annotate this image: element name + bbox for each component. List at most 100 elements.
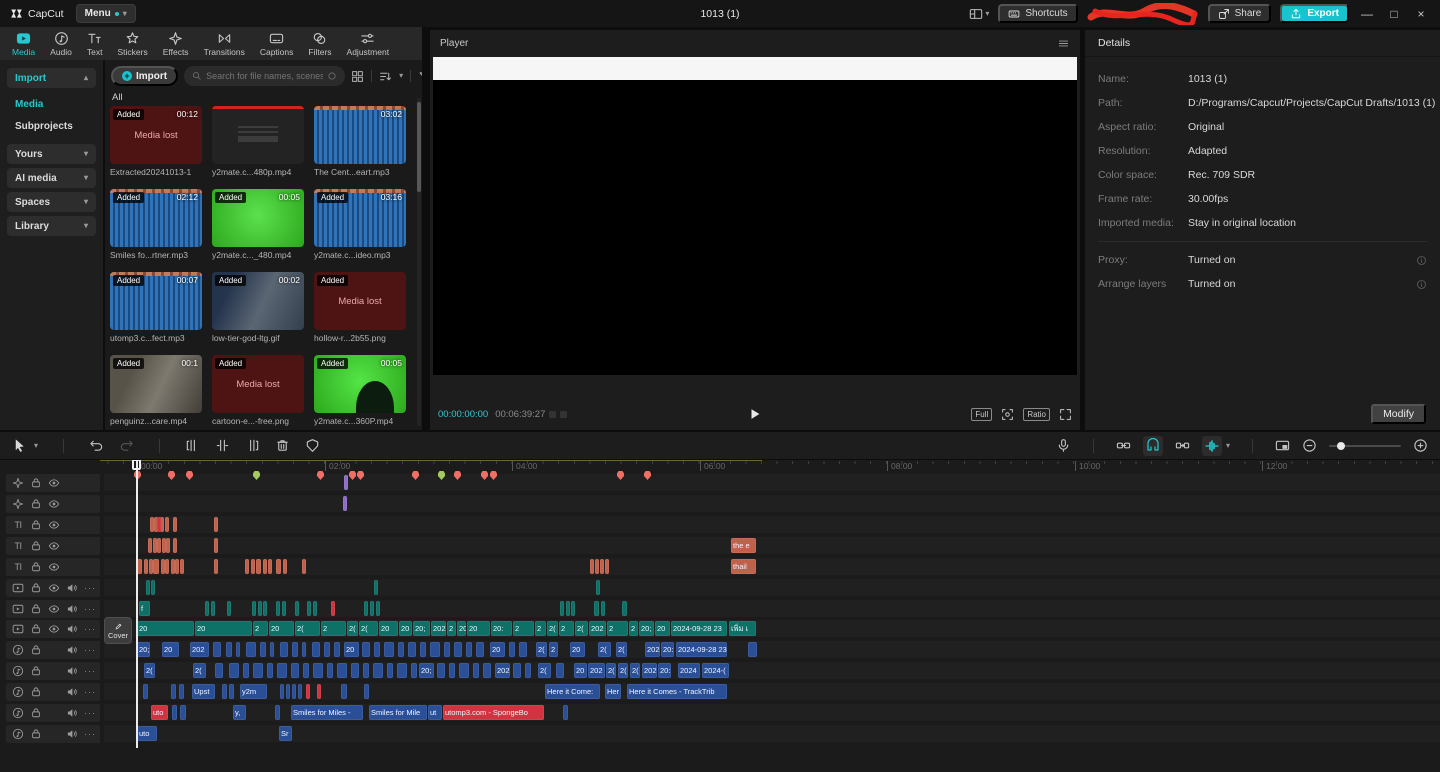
timeline-clip[interactable]	[313, 601, 317, 616]
media-card[interactable]: Added00:07utomp3.c...fect.mp3	[110, 272, 202, 343]
timeline-clip[interactable]: utomp3.com - SpongeBo	[443, 705, 544, 720]
timeline-clip[interactable]: 2(	[295, 621, 320, 636]
timeline-clip[interactable]: 2(	[538, 663, 551, 678]
search-box[interactable]	[184, 66, 345, 86]
timeline-clip[interactable]: 20;	[419, 663, 434, 678]
timeline-clip[interactable]	[282, 601, 286, 616]
shortcuts-button[interactable]: Shortcuts	[998, 4, 1077, 23]
timeline-clip[interactable]	[387, 663, 393, 678]
timeline-clip[interactable]	[137, 559, 142, 574]
timeline-clip[interactable]	[324, 642, 330, 657]
frame-step-icon[interactable]	[560, 411, 567, 418]
timeline-clip[interactable]	[236, 642, 240, 657]
timeline-clip[interactable]: 20	[137, 621, 194, 636]
timeline-clip[interactable]	[277, 663, 287, 678]
timeline-clip[interactable]: 202	[588, 663, 605, 678]
sidebar-item-media[interactable]: Media	[7, 94, 96, 114]
timeline-clip[interactable]: 2	[629, 621, 638, 636]
timeline-clip[interactable]	[226, 642, 232, 657]
split-left-icon[interactable]	[185, 438, 200, 453]
media-scrollbar[interactable]	[417, 98, 421, 426]
timeline-clip[interactable]	[302, 559, 306, 574]
timeline-clip[interactable]	[601, 601, 605, 616]
timeline-clip[interactable]	[449, 663, 455, 678]
timeline-clip[interactable]: 20:	[491, 621, 512, 636]
link-icon[interactable]	[1116, 438, 1131, 453]
timeline-clip[interactable]	[276, 601, 280, 616]
timeline-clip[interactable]	[253, 663, 263, 678]
timeline-clip[interactable]	[459, 663, 469, 678]
timeline-clip[interactable]	[246, 642, 256, 657]
timeline-clip[interactable]	[302, 642, 306, 657]
timeline-clip[interactable]: 20	[162, 642, 179, 657]
timeline-clip[interactable]	[245, 559, 249, 574]
delete-icon[interactable]	[275, 438, 290, 453]
timeline-clip[interactable]	[214, 559, 218, 574]
timeline-clip[interactable]: 2024-09-28 23	[676, 642, 727, 657]
timeline-clip[interactable]	[222, 684, 227, 699]
search-input[interactable]	[206, 71, 323, 81]
timeline-clip[interactable]	[374, 580, 378, 595]
timeline-clip[interactable]	[748, 642, 757, 657]
timeline-clip[interactable]	[280, 642, 288, 657]
sidebar-item-ai-media[interactable]: AI media▾	[7, 168, 96, 188]
timeline-clip[interactable]	[291, 663, 299, 678]
share-button[interactable]: Share	[1208, 4, 1272, 23]
timeline-clip[interactable]	[275, 705, 280, 720]
timeline-clip[interactable]	[341, 684, 347, 699]
focus-icon[interactable]	[1001, 408, 1014, 421]
timeline-clip[interactable]	[408, 642, 416, 657]
timeline-clip[interactable]: 20	[570, 642, 585, 657]
layout-switch-button[interactable]: ▾	[969, 7, 989, 21]
timeline-clip[interactable]	[213, 642, 221, 657]
timeline-clip[interactable]: 2(	[598, 642, 611, 657]
timeline-clip[interactable]: 202	[589, 621, 606, 636]
timeline-clip[interactable]: ut	[428, 705, 442, 720]
timeline-clip[interactable]	[519, 642, 527, 657]
timeline-clip[interactable]: 20	[467, 621, 490, 636]
zoom-out-icon[interactable]	[1302, 438, 1317, 453]
timeline-clip[interactable]	[171, 684, 176, 699]
mic-icon[interactable]	[1056, 438, 1071, 453]
timeline-clip[interactable]	[454, 642, 462, 657]
timeline-clip[interactable]: uto	[137, 726, 157, 741]
sidebar-item-library[interactable]: Library▾	[7, 216, 96, 236]
timeline-clip[interactable]	[437, 663, 445, 678]
timeline-clip[interactable]: 202	[642, 663, 657, 678]
timeline-clip[interactable]	[362, 642, 370, 657]
timeline-clip[interactable]	[317, 684, 321, 699]
timeline-clip[interactable]: 20:	[658, 663, 671, 678]
timeline-clip[interactable]	[525, 663, 531, 678]
tab-effects[interactable]: Effects	[163, 31, 189, 57]
timeline-clip[interactable]	[596, 580, 600, 595]
timeline-clip[interactable]: 2024-(	[702, 663, 729, 678]
media-card[interactable]: Added00:05y2mate.c..._480.mp4	[212, 189, 304, 260]
timeline-clip[interactable]	[263, 559, 267, 574]
timeline-clip[interactable]: 2(	[618, 663, 628, 678]
timeline-clip[interactable]	[364, 601, 368, 616]
timeline-clip[interactable]: 20	[490, 642, 505, 657]
timeline-clip[interactable]: the e	[731, 538, 756, 553]
timeline-clip[interactable]	[252, 601, 256, 616]
timeline-clip[interactable]	[153, 559, 159, 574]
timeline-clip[interactable]	[157, 517, 161, 532]
cover-button[interactable]: Cover	[104, 617, 132, 644]
timeline-clip[interactable]	[292, 642, 298, 657]
grid-view-icon[interactable]	[351, 70, 364, 83]
play-button[interactable]	[748, 407, 762, 421]
timeline-clip[interactable]	[622, 601, 627, 616]
playhead[interactable]	[136, 460, 138, 748]
tab-media[interactable]: Media	[12, 31, 35, 57]
media-card[interactable]: Added00:05y2mate.c...360P.mp4	[314, 355, 406, 426]
timeline-clip[interactable]	[373, 663, 383, 678]
timeline-clip[interactable]	[215, 663, 223, 678]
scrollbar-thumb[interactable]	[417, 102, 421, 192]
autoscroll-icon[interactable]	[1202, 436, 1222, 456]
filter-icon[interactable]	[418, 70, 422, 83]
timeline-clip[interactable]	[594, 601, 599, 616]
more-options-icon[interactable]: ···	[84, 687, 96, 697]
timeline-clip[interactable]	[303, 663, 309, 678]
minimize-button[interactable]: —	[1358, 7, 1376, 21]
more-options-icon[interactable]: ···	[84, 666, 96, 676]
timeline-clip[interactable]	[283, 559, 287, 574]
